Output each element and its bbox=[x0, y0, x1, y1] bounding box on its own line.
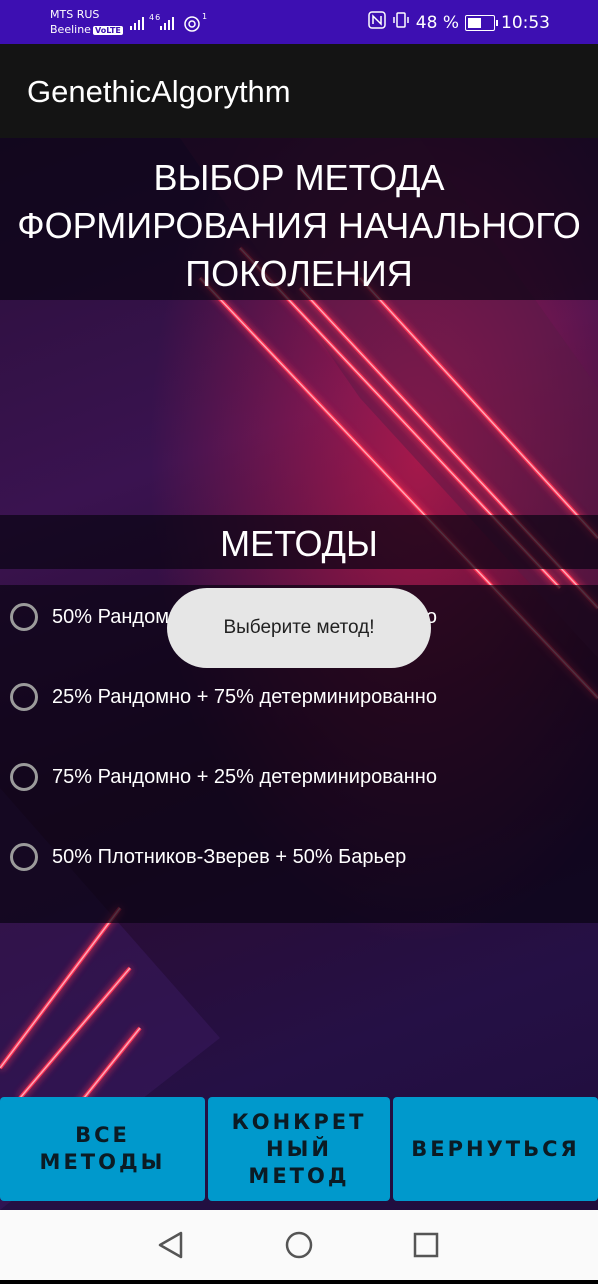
battery-icon bbox=[465, 14, 498, 31]
method-option-3[interactable]: 75% Рандомно + 25% детерминированно bbox=[10, 747, 437, 807]
toast-message: Выберите метод! bbox=[167, 588, 431, 668]
methods-title: МЕТОДЫ bbox=[220, 523, 378, 564]
carrier-2: Beeline bbox=[50, 23, 91, 36]
network-type: 46 bbox=[149, 13, 161, 22]
radio-button[interactable] bbox=[10, 843, 38, 871]
back-triangle-icon[interactable] bbox=[158, 1231, 183, 1259]
status-right: 48 % 10:53 bbox=[368, 11, 550, 34]
home-circle-icon[interactable] bbox=[285, 1231, 313, 1259]
app-title: GenethicAlgorythm bbox=[27, 74, 291, 109]
method-option-4[interactable]: 50% Плотников-Зверев + 50% Барьер bbox=[10, 827, 406, 887]
sim-index: 1 bbox=[202, 12, 208, 21]
hotspot-icon bbox=[184, 16, 200, 32]
signal-strength-icon: 46 1 bbox=[130, 12, 208, 32]
signal-icons: 46 1 bbox=[130, 12, 220, 36]
radio-button[interactable] bbox=[10, 603, 38, 631]
page-title: ВЫБОР МЕТОДА ФОРМИРОВАНИЯ НАЧАЛЬНОГО ПОК… bbox=[17, 157, 581, 294]
method-option-label: 75% Рандомно + 25% детерминированно bbox=[52, 765, 437, 788]
main-content: ВЫБОР МЕТОДА ФОРМИРОВАНИЯ НАЧАЛЬНОГО ПОК… bbox=[0, 138, 598, 1210]
volte-badge: VoLTE bbox=[92, 26, 123, 35]
radio-button[interactable] bbox=[10, 683, 38, 711]
methods-header-band: МЕТОДЫ bbox=[0, 515, 598, 569]
specific-method-button[interactable]: КОНКРЕТ НЫЙ МЕТОД bbox=[208, 1097, 390, 1201]
method-option-label: 50% Плотников-Зверев + 50% Барьер bbox=[52, 845, 407, 868]
nfc-icon bbox=[368, 11, 386, 34]
clock: 10:53 bbox=[501, 12, 550, 33]
radio-button[interactable] bbox=[10, 763, 38, 791]
battery-percent: 48 % bbox=[415, 12, 459, 33]
vibrate-icon bbox=[392, 11, 410, 34]
system-nav-bar bbox=[0, 1210, 598, 1280]
status-bar: MTS RUS Beeline VoLTE 46 1 48 % 10:53 bbox=[0, 0, 598, 44]
carrier-1: MTS RUS bbox=[50, 8, 100, 21]
all-methods-button[interactable]: ВСЕ МЕТОДЫ bbox=[0, 1097, 205, 1201]
method-option-label: 25% Рандомно + 75% детерминированно bbox=[52, 685, 437, 708]
header-band: ВЫБОР МЕТОДА ФОРМИРОВАНИЯ НАЧАЛЬНОГО ПОК… bbox=[0, 138, 598, 300]
app-bar: GenethicAlgorythm bbox=[0, 44, 598, 138]
carrier-info: MTS RUS Beeline VoLTE bbox=[50, 7, 123, 38]
recents-square-icon[interactable] bbox=[413, 1232, 439, 1258]
back-button[interactable]: ВЕРНУТЬСЯ bbox=[393, 1097, 598, 1201]
method-option-2[interactable]: 25% Рандомно + 75% детерминированно bbox=[10, 667, 437, 727]
